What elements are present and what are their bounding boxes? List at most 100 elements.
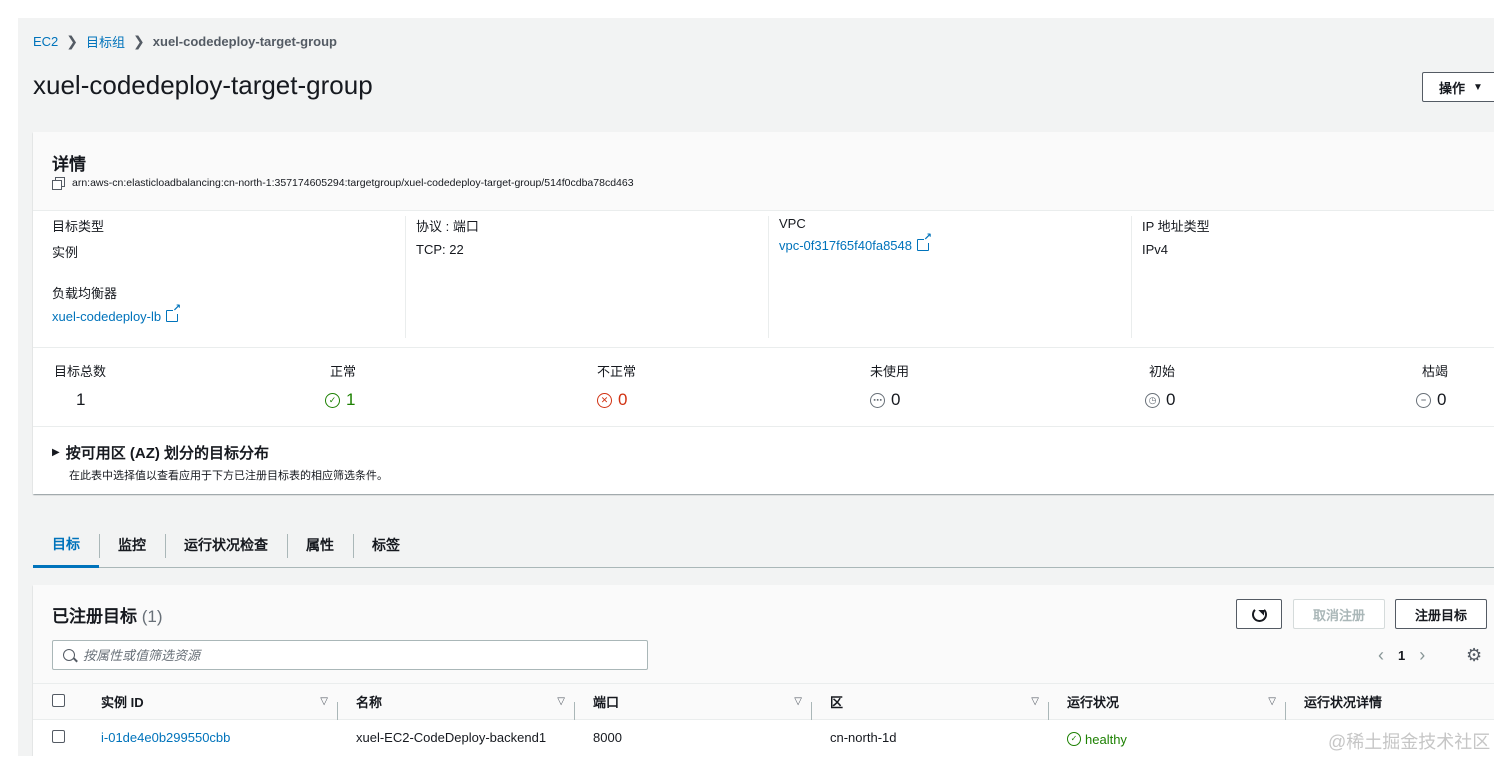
refresh-icon — [1251, 606, 1267, 622]
sort-down-icon[interactable]: ▽ — [1268, 696, 1276, 707]
registered-targets-panel: 已注册目标 (1) 取消注册 注册目标 ‹ 1 › ⚙ — [33, 585, 1494, 756]
load-balancer-link[interactable]: xuel-codedeploy-lb — [52, 309, 161, 324]
vpc-label: VPC — [779, 216, 806, 231]
target-type-value: 实例 — [52, 245, 79, 260]
filter-search-input[interactable] — [83, 647, 647, 663]
x-circle-icon: ✕ — [597, 392, 612, 408]
column-header-instance-id[interactable]: 实例 ID ▽ — [101, 683, 338, 720]
tab-targets[interactable]: 目标 — [33, 523, 99, 568]
check-circle-icon: ✓ — [325, 392, 340, 408]
register-targets-button[interactable]: 注册目标 — [1395, 599, 1487, 629]
vpc-link[interactable]: vpc-0f317f65f40fa8548 — [779, 238, 912, 253]
column-label: 区 — [830, 695, 844, 710]
sort-down-icon[interactable]: ▽ — [320, 696, 328, 707]
details-panel: 详情 arn:aws-cn:elasticloadbalancing:cn-no… — [33, 132, 1494, 494]
registered-targets-title-text: 已注册目标 — [52, 607, 137, 626]
copy-icon[interactable] — [52, 177, 65, 190]
pagination: ‹ 1 › — [1378, 645, 1425, 666]
page-number[interactable]: 1 — [1398, 648, 1405, 663]
column-header-health-details[interactable]: 运行状况详情 — [1286, 683, 1494, 720]
tab-tags[interactable]: 标签 — [353, 523, 419, 567]
health-status: ✓ healthy — [1067, 732, 1127, 747]
stat-draining[interactable]: 枯竭 −0 — [1416, 361, 1448, 410]
breadcrumb-ec2[interactable]: EC2 — [33, 34, 58, 49]
instance-name: xuel-EC2-CodeDeploy-backend1 — [356, 730, 547, 746]
filter-search-box — [52, 640, 648, 670]
tab-attributes[interactable]: 属性 — [287, 523, 353, 567]
stat-unhealthy[interactable]: 不正常 ✕ 0 — [597, 361, 636, 410]
check-circle-icon: ✓ — [1067, 732, 1081, 746]
column-header-port[interactable]: 端口 ▽ — [575, 683, 812, 720]
select-all-header — [33, 683, 101, 720]
search-icon — [63, 649, 75, 661]
row-checkbox[interactable] — [52, 729, 65, 743]
column-header-health[interactable]: 运行状况 ▽ — [1049, 683, 1286, 720]
registered-targets-header: 已注册目标 (1) 取消注册 注册目标 ‹ 1 › ⚙ — [33, 585, 1494, 683]
chevron-right-icon: ❯ — [66, 33, 79, 49]
column-label: 端口 — [593, 695, 620, 710]
stat-unused-value: 0 — [891, 390, 901, 409]
target-stats-row: 目标总数 1 正常 ✓ 1 不正常 ✕ 0 未使用 ⋯ 0 初始 ◷ 0 枯竭 −0 — [33, 347, 1494, 427]
instance-id-link[interactable]: i-01de4e0b299550cbb — [101, 730, 230, 745]
stat-unhealthy-value: 0 — [618, 390, 628, 409]
stat-draining-label: 枯竭 — [1422, 364, 1449, 379]
column-header-name[interactable]: 名称 ▽ — [338, 683, 575, 720]
details-column-1: 目标类型 实例 负载均衡器 xuel-codedeploy-lb — [52, 216, 182, 346]
stat-healthy-label: 正常 — [330, 364, 357, 379]
stat-healthy-value: 1 — [346, 390, 356, 409]
caret-right-icon: ▶ — [52, 447, 60, 458]
ellipsis-circle-icon: ⋯ — [870, 392, 885, 408]
deregister-button[interactable]: 取消注册 — [1293, 599, 1385, 629]
registered-targets-count: (1) — [141, 607, 163, 626]
details-header: 详情 arn:aws-cn:elasticloadbalancing:cn-no… — [33, 132, 1494, 211]
registered-targets-title: 已注册目标 (1) — [52, 602, 163, 627]
instance-zone: cn-north-1d — [830, 730, 897, 746]
clock-icon: ◷ — [1145, 392, 1160, 408]
stat-draining-value: 0 — [1437, 390, 1447, 409]
ip-type-value: IPv4 — [1142, 242, 1169, 257]
stat-initial-label: 初始 — [1149, 364, 1176, 379]
ip-type-label: IP 地址类型 — [1142, 219, 1210, 234]
external-link-icon[interactable] — [166, 304, 182, 322]
stat-unused[interactable]: 未使用 ⋯ 0 — [870, 361, 909, 410]
actions-button-label: 操作 — [1439, 80, 1466, 96]
column-header-zone[interactable]: 区 ▽ — [812, 683, 1049, 720]
gear-icon[interactable]: ⚙ — [1466, 646, 1482, 664]
stat-total-value: 1 — [76, 390, 86, 409]
breadcrumb-current: xuel-codedeploy-target-group — [152, 34, 337, 49]
chevron-left-icon[interactable]: ‹ — [1378, 645, 1384, 666]
select-all-checkbox[interactable] — [52, 693, 65, 707]
stat-unhealthy-label: 不正常 — [597, 364, 637, 379]
target-type-label: 目标类型 — [52, 219, 105, 234]
column-label: 名称 — [356, 695, 383, 710]
az-distribution-toggle[interactable]: ▶ 按可用区 (AZ) 划分的目标分布 — [52, 442, 388, 463]
external-link-icon[interactable] — [917, 233, 932, 251]
watermark: @稀土掘金技术社区 — [1328, 732, 1491, 752]
tab-health-checks[interactable]: 运行状况检查 — [165, 523, 287, 567]
stat-unused-label: 未使用 — [870, 364, 910, 379]
breadcrumb-target-groups[interactable]: 目标组 — [86, 32, 125, 51]
stat-healthy[interactable]: 正常 ✓ 1 — [325, 361, 356, 410]
page: EC2 ❯ 目标组 ❯ xuel-codedeploy-target-group… — [18, 18, 1494, 756]
details-column-4: IP 地址类型 IPv4 — [1131, 216, 1210, 338]
sort-down-icon[interactable]: ▽ — [557, 696, 565, 707]
instance-port: 8000 — [593, 730, 622, 746]
page-title: xuel-codedeploy-target-group — [33, 70, 373, 100]
arn-text: arn:aws-cn:elasticloadbalancing:cn-north… — [72, 177, 634, 189]
details-column-2: 协议 : 端口 TCP: 22 — [405, 216, 479, 338]
stat-initial[interactable]: 初始 ◷ 0 — [1145, 361, 1175, 410]
refresh-button[interactable] — [1236, 599, 1282, 629]
table-header-row: 实例 ID ▽ 名称 ▽ 端口 ▽ 区 ▽ 运行状况 ▽ 运行状况详情 — [33, 683, 1494, 720]
caret-down-icon: ▼ — [1473, 81, 1483, 93]
actions-button[interactable]: 操作 ▼ — [1422, 72, 1494, 102]
protocol-label: 协议 : 端口 — [416, 219, 479, 234]
sort-down-icon[interactable]: ▽ — [1031, 696, 1039, 707]
sort-down-icon[interactable]: ▽ — [794, 696, 802, 707]
column-label: 运行状况详情 — [1304, 695, 1383, 710]
column-label: 运行状况 — [1067, 695, 1120, 710]
chevron-right-icon[interactable]: › — [1419, 645, 1425, 666]
stat-initial-value: 0 — [1166, 390, 1176, 409]
tab-monitoring[interactable]: 监控 — [99, 523, 165, 567]
table-row[interactable]: i-01de4e0b299550cbb xuel-EC2-CodeDeploy-… — [33, 720, 1494, 756]
column-label: 实例 ID — [101, 695, 144, 710]
